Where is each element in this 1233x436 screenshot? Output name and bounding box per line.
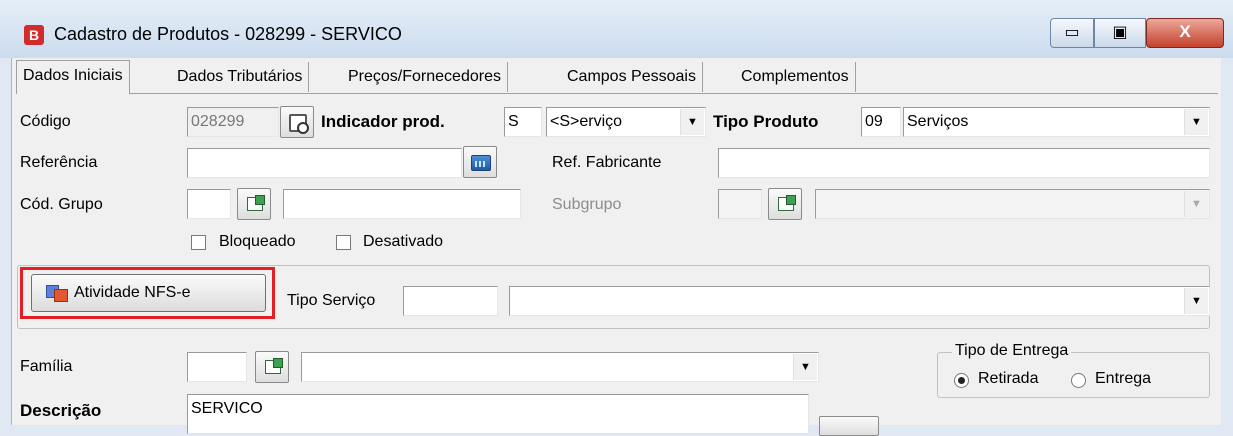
cod-grupo-code-field[interactable]: [187, 189, 231, 219]
app-icon: B: [24, 25, 44, 45]
desativado-label: Desativado: [363, 233, 444, 250]
minimize-button[interactable]: ▭: [1050, 18, 1094, 48]
familia-lookup-button[interactable]: [255, 351, 289, 383]
ref-fabricante-field[interactable]: [718, 148, 1210, 178]
chevron-down-icon[interactable]: ▼: [1184, 288, 1208, 314]
tipo-entrega-title: Tipo de Entrega: [952, 342, 1072, 360]
indicador-selected-value: <S>erviço: [550, 113, 623, 130]
tab-dados-tributarios[interactable]: Dados Tributários: [171, 62, 310, 92]
tipo-produto-selected-value: Serviços: [907, 113, 969, 130]
minimize-icon: ▭: [1064, 24, 1080, 41]
window-title: Cadastro de Produtos - 028299 - SERVICO: [54, 24, 402, 44]
codigo-search-button[interactable]: [280, 106, 314, 138]
chevron-down-icon[interactable]: ▼: [680, 109, 704, 135]
maximize-button[interactable]: ▣: [1094, 18, 1146, 48]
bloqueado-checkbox[interactable]: [191, 235, 206, 250]
ref-fabricante-label: Ref. Fabricante: [552, 154, 662, 171]
codigo-field[interactable]: 028299: [187, 107, 279, 137]
tab-precos-fornecedores[interactable]: Preços/Fornecedores: [342, 62, 508, 92]
cod-grupo-label: Cód. Grupo: [20, 196, 103, 213]
indicador-label: Indicador prod.: [321, 112, 445, 131]
indicador-code-field[interactable]: S: [504, 107, 542, 137]
subgrupo-select[interactable]: ▼: [815, 189, 1210, 219]
familia-select[interactable]: ▼: [301, 352, 819, 382]
lookup-icon: [265, 358, 283, 374]
lookup-icon: [778, 195, 796, 211]
search-icon: [289, 114, 309, 134]
cod-grupo-lookup-button[interactable]: [237, 188, 271, 220]
tab-dados-iniciais[interactable]: Dados Iniciais: [16, 60, 130, 94]
cod-grupo-name-field[interactable]: [283, 189, 521, 219]
subgrupo-lookup-button[interactable]: [768, 188, 802, 220]
radio-retirada-label: Retirada: [978, 370, 1039, 387]
chevron-down-icon[interactable]: ▼: [1184, 191, 1208, 217]
tipo-produto-code-field[interactable]: 09: [861, 107, 901, 137]
tipo-servico-code-field[interactable]: [403, 286, 498, 316]
tipo-produto-label: Tipo Produto: [713, 112, 819, 131]
radio-retirada[interactable]: [954, 373, 969, 388]
codigo-label: Código: [20, 113, 71, 130]
familia-label: Família: [20, 358, 73, 375]
form-client-area: Dados Iniciais Dados Tributários Preços/…: [11, 58, 1221, 436]
descricao-side-button[interactable]: [819, 416, 879, 436]
descricao-field[interactable]: SERVICO: [187, 394, 809, 434]
subgrupo-code-field[interactable]: [718, 189, 762, 219]
close-icon: X: [1179, 22, 1191, 41]
subgrupo-label: Subgrupo: [552, 196, 622, 213]
familia-code-field[interactable]: [187, 352, 247, 382]
title-bar: B Cadastro de Produtos - 028299 - SERVIC…: [0, 0, 1233, 58]
descricao-label: Descrição: [20, 401, 102, 420]
calculator-icon: [471, 155, 491, 171]
maximize-icon: ▣: [1112, 24, 1128, 41]
tab-complementos[interactable]: Complementos: [735, 62, 856, 92]
chevron-down-icon[interactable]: ▼: [793, 354, 817, 380]
tipo-servico-select[interactable]: ▼: [509, 286, 1210, 316]
referencia-label: Referência: [20, 154, 98, 171]
chevron-down-icon[interactable]: ▼: [1184, 109, 1208, 135]
tipo-produto-select[interactable]: Serviços ▼: [903, 107, 1210, 137]
tab-divider: [16, 93, 1218, 94]
referencia-field[interactable]: [187, 148, 462, 178]
desativado-checkbox[interactable]: [336, 235, 351, 250]
indicador-select[interactable]: <S>erviço ▼: [546, 107, 706, 137]
tipo-servico-label: Tipo Serviço: [287, 292, 376, 309]
close-button[interactable]: X: [1146, 18, 1224, 48]
bloqueado-label: Bloqueado: [219, 233, 296, 250]
lookup-icon: [247, 195, 265, 211]
referencia-calc-button[interactable]: [463, 146, 497, 178]
tab-campos-pessoais[interactable]: Campos Pessoais: [561, 62, 703, 92]
radio-entrega[interactable]: [1071, 373, 1086, 388]
radio-entrega-label: Entrega: [1095, 370, 1152, 387]
highlight-box: [20, 267, 275, 319]
